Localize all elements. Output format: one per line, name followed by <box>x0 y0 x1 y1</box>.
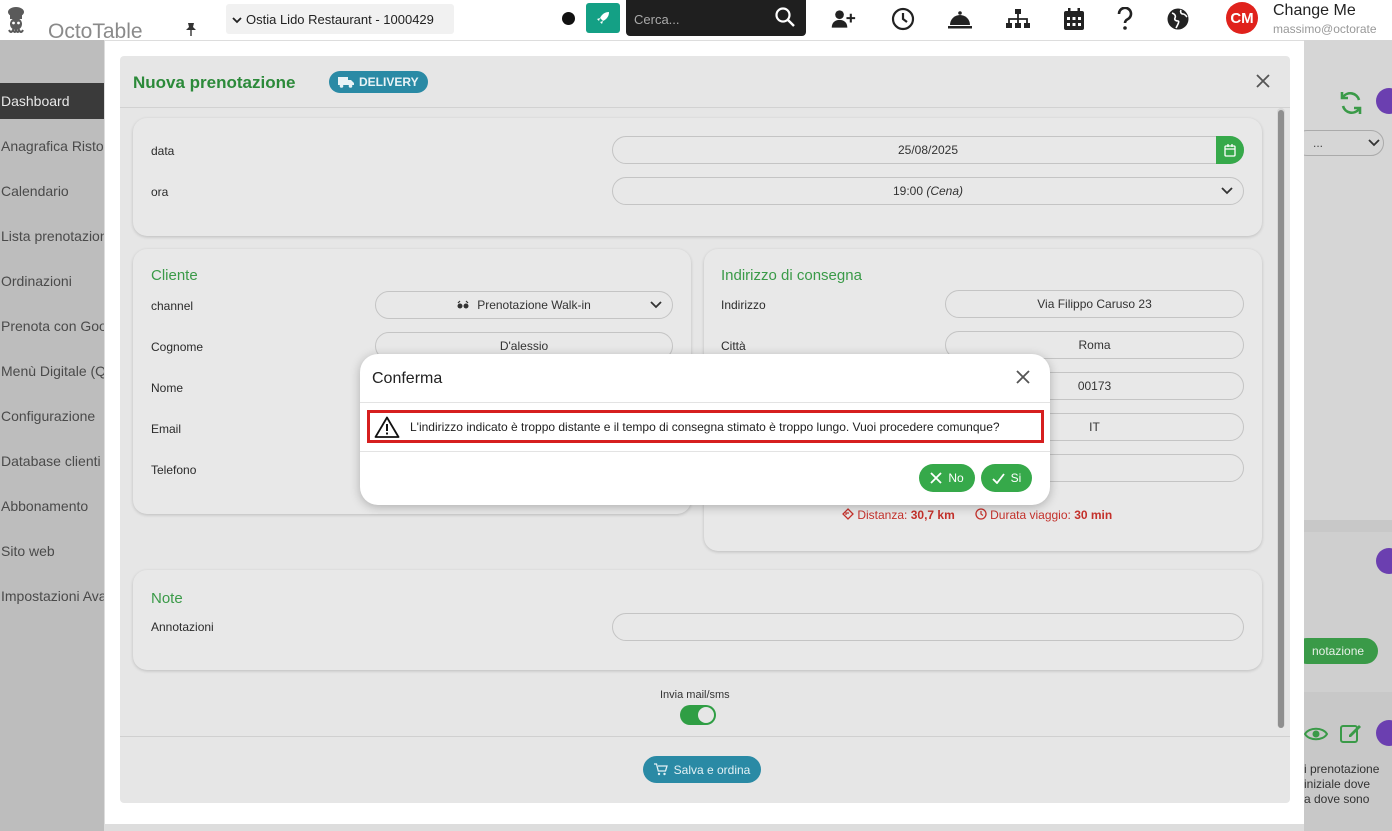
sitemap-icon[interactable] <box>1005 6 1031 32</box>
bell-icon[interactable] <box>947 6 973 32</box>
chevron-down-icon <box>1368 139 1380 147</box>
confirm-title: Conferma <box>372 370 443 387</box>
add-user-icon[interactable] <box>830 6 856 32</box>
warning-icon <box>374 416 400 438</box>
sidebar-item-prenota-google[interactable]: Prenota con Google <box>0 308 104 344</box>
clock-icon[interactable] <box>890 6 916 32</box>
bg-select-label: ... <box>1313 136 1324 150</box>
calendar-icon[interactable] <box>1061 6 1087 32</box>
venue-select-label: Ostia Lido Restaurant - 1000429 <box>246 12 434 27</box>
eye-icon[interactable] <box>1304 724 1328 744</box>
venue-select[interactable]: Ostia Lido Restaurant - 1000429 <box>226 4 454 34</box>
help-icon[interactable] <box>1112 6 1138 32</box>
search-icon[interactable] <box>774 6 796 28</box>
app-logo[interactable]: OctoTable <box>0 0 143 43</box>
refresh-icon[interactable] <box>1338 90 1364 116</box>
search-input[interactable] <box>634 10 764 28</box>
divider <box>360 451 1050 452</box>
rocket-button[interactable] <box>586 3 620 33</box>
bg-add-button[interactable]: notazione <box>1304 638 1378 664</box>
help-badge[interactable] <box>1376 720 1392 746</box>
sidebar-item-anagrafica[interactable]: Anagrafica Ristorante <box>0 128 104 164</box>
no-button[interactable]: No <box>919 464 975 492</box>
edit-icon[interactable] <box>1340 722 1362 744</box>
sidebar-item-abbonamento[interactable]: Abbonamento <box>0 488 104 524</box>
search-box <box>626 0 806 36</box>
sidebar-item-configurazione[interactable]: Configurazione <box>0 398 104 434</box>
user-email: massimo@octorate <box>1273 22 1377 36</box>
bg-text-line: iniziale dove <box>1304 777 1371 791</box>
sidebar-item-lista-prenotazioni[interactable]: Lista prenotazioni <box>0 218 104 254</box>
pin-icon[interactable] <box>185 22 197 39</box>
check-icon <box>992 472 1005 484</box>
bg-text-line: a dove sono <box>1304 792 1370 806</box>
chef-octopus-icon <box>8 7 24 33</box>
sidebar-item-sito-web[interactable]: Sito web <box>0 533 104 569</box>
close-icon[interactable] <box>1016 368 1030 389</box>
sidebar-item-dashboard[interactable]: Dashboard <box>0 83 104 119</box>
confirm-dialog: Conferma L'indirizzo indicato è troppo d… <box>360 354 1050 505</box>
sidebar-item-menu-digitale[interactable]: Menù Digitale (QR) <box>0 353 104 389</box>
sidebar-item-calendario[interactable]: Calendario <box>0 173 104 209</box>
background-right-panel: ... notazione i prenotazione iniziale do… <box>1304 40 1392 831</box>
bg-text-line: i prenotazione <box>1304 762 1380 776</box>
chevron-down-icon <box>232 16 242 27</box>
bg-select[interactable]: ... <box>1304 130 1384 156</box>
status-indicator <box>562 12 575 25</box>
close-icon <box>930 472 942 484</box>
sidebar: Dashboard Anagrafica Ristorante Calendar… <box>0 40 104 831</box>
yes-button-label: Si <box>1010 471 1022 485</box>
no-button-label: No <box>948 471 964 485</box>
avatar[interactable]: CM <box>1226 2 1258 34</box>
rocket-icon <box>597 12 609 24</box>
sidebar-item-ordinazioni[interactable]: Ordinazioni <box>0 263 104 299</box>
sidebar-item-database-clienti[interactable]: Database clienti <box>0 443 104 479</box>
sidebar-item-impostazioni[interactable]: Impostazioni Avanzate <box>0 578 104 614</box>
divider <box>360 402 1050 403</box>
user-name[interactable]: Change Me <box>1273 2 1356 20</box>
bg-add-button-label: notazione <box>1312 644 1365 658</box>
yes-button[interactable]: Si <box>981 464 1032 492</box>
globe-icon[interactable] <box>1165 6 1191 32</box>
top-bar: OctoTable Ostia Lido Restaurant - 100042… <box>0 0 1392 43</box>
warning-text: L'indirizzo indicato è troppo distante e… <box>410 419 1000 434</box>
warning-message: L'indirizzo indicato è troppo distante e… <box>367 410 1044 443</box>
